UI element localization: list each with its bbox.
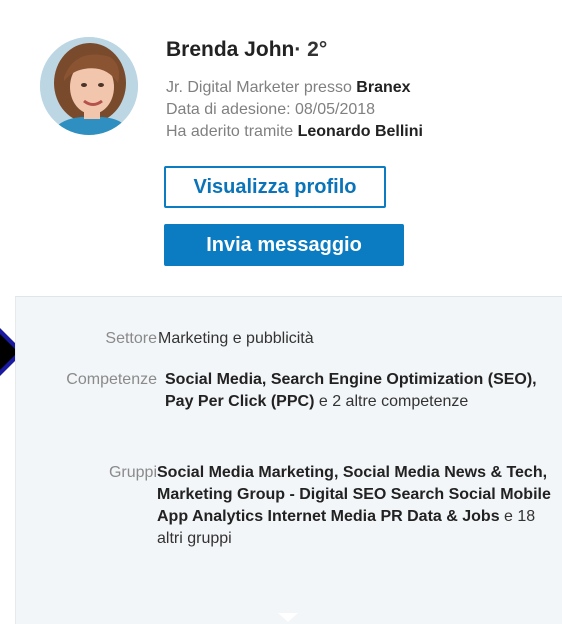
profile-name[interactable]: Brenda John (166, 38, 294, 61)
tooltip-caret (278, 613, 298, 622)
company-name: Branex (356, 79, 411, 96)
panel-border (15, 297, 16, 624)
referrer-name[interactable]: Leonardo Bellini (298, 123, 423, 140)
avatar[interactable] (40, 37, 138, 135)
groups-value: Social Media Marketing, Social Media New… (157, 462, 557, 550)
sector-label: Settore (105, 330, 157, 347)
skills-more: e 2 altre competenze (314, 393, 469, 410)
profile-card: Brenda John· 2° Jr. Digital Marketer pre… (0, 0, 562, 296)
groups-list: Social Media Marketing, Social Media New… (157, 464, 551, 525)
joined-via-text: Ha aderito tramite (166, 123, 298, 140)
profile-headline: Jr. Digital Marketer presso Branex (166, 79, 411, 97)
view-profile-button[interactable]: Visualizza profilo (164, 166, 386, 208)
skills-value: Social Media, Search Engine Optimization… (165, 369, 560, 413)
groups-label: Gruppi (108, 464, 157, 481)
send-message-button[interactable]: Invia messaggio (164, 224, 404, 266)
skills-label: Competenze (66, 371, 157, 388)
sector-value: Marketing e pubblicità (158, 330, 314, 347)
joined-via: Ha aderito tramite Leonardo Bellini (166, 123, 423, 141)
connection-degree: · 2° (294, 38, 328, 61)
headline-text: Jr. Digital Marketer presso (166, 79, 357, 96)
avatar-photo (40, 37, 138, 135)
join-date: Data di adesione: 08/05/2018 (166, 101, 376, 118)
profile-name-row: Brenda John· 2° (166, 38, 327, 62)
details-panel: Settore Marketing e pubblicità Competenz… (15, 296, 562, 624)
